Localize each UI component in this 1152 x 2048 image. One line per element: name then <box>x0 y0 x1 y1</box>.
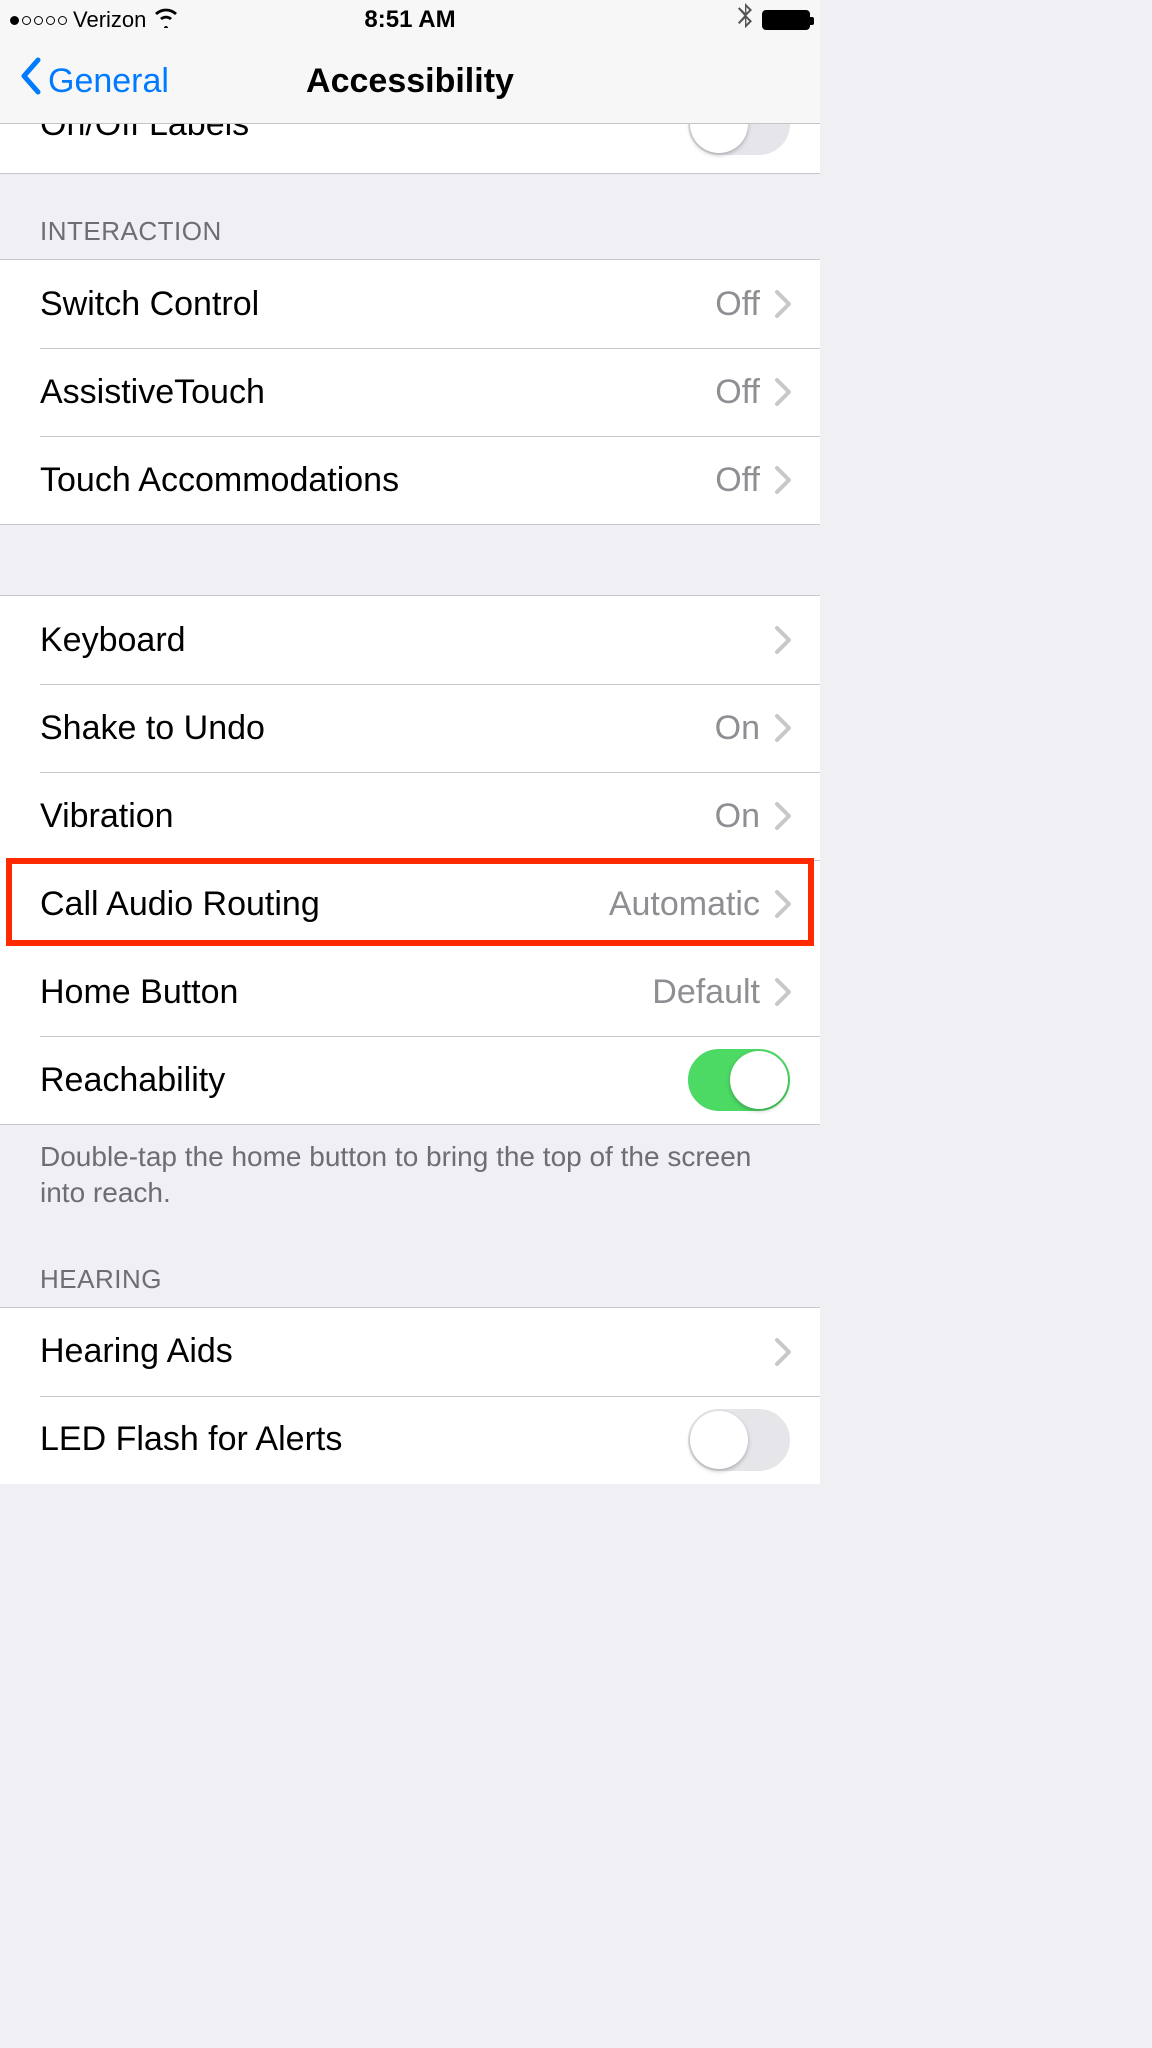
battery-icon <box>762 10 810 30</box>
cell-label: Hearing Aids <box>40 1332 233 1371</box>
bluetooth-icon <box>736 3 754 38</box>
cell-keyboard[interactable]: Keyboard <box>0 596 820 684</box>
status-left: Verizon <box>10 6 180 35</box>
partial-row-onoff-labels: On/Off Labels <box>0 124 820 174</box>
back-button[interactable]: General <box>18 60 169 103</box>
cell-label: Switch Control <box>40 285 259 324</box>
chevron-right-icon <box>774 977 792 1007</box>
cell-label: Shake to Undo <box>40 709 265 748</box>
cell-touch-accommodations[interactable]: Touch Accommodations Off <box>0 436 820 524</box>
cell-group-hearing: Hearing Aids LED Flash for Alerts <box>0 1307 820 1484</box>
carrier-label: Verizon <box>73 7 146 33</box>
cell-call-audio-routing[interactable]: Call Audio Routing Automatic <box>0 860 820 948</box>
cell-assistivetouch[interactable]: AssistiveTouch Off <box>0 348 820 436</box>
section-spacer <box>0 525 820 595</box>
cell-shake-to-undo[interactable]: Shake to Undo On <box>0 684 820 772</box>
cell-label: Vibration <box>40 797 174 836</box>
cell-group-interaction: Switch ControlOffAssistiveTouchOffTouch … <box>0 259 820 525</box>
cell-label: On/Off Labels <box>40 124 249 144</box>
chevron-left-icon <box>18 56 42 103</box>
chevron-right-icon <box>774 465 792 495</box>
cell-switch-control[interactable]: Switch Control Off <box>0 260 820 348</box>
toggle[interactable] <box>688 1049 790 1111</box>
cell-label: Home Button <box>40 973 238 1012</box>
chevron-right-icon <box>774 713 792 743</box>
chevron-right-icon <box>774 377 792 407</box>
cell-value: Default <box>652 973 760 1012</box>
cell-value: Automatic <box>609 885 760 924</box>
signal-strength-icon <box>10 16 67 25</box>
status-bar: Verizon 8:51 AM <box>0 0 820 40</box>
cell-reachability[interactable]: Reachability <box>0 1036 820 1124</box>
toggle-onoff-labels[interactable] <box>688 124 790 155</box>
section-header-interaction: INTERACTION <box>0 174 820 259</box>
nav-bar: General Accessibility <box>0 40 820 124</box>
cell-label: Keyboard <box>40 621 186 660</box>
status-right <box>736 3 810 38</box>
cell-hearing-aids[interactable]: Hearing Aids <box>0 1308 820 1396</box>
chevron-right-icon <box>774 1337 792 1367</box>
status-time: 8:51 AM <box>364 6 455 34</box>
cell-value: On <box>715 797 760 836</box>
cell-label: LED Flash for Alerts <box>40 1420 342 1459</box>
chevron-right-icon <box>774 889 792 919</box>
section-header-hearing: HEARING <box>0 1222 820 1307</box>
back-label: General <box>48 62 169 101</box>
chevron-right-icon <box>774 625 792 655</box>
chevron-right-icon <box>774 801 792 831</box>
cell-value: Off <box>715 285 760 324</box>
page-title: Accessibility <box>306 62 514 101</box>
cell-home-button[interactable]: Home Button Default <box>0 948 820 1036</box>
cell-label: Call Audio Routing <box>40 885 320 924</box>
cell-label: AssistiveTouch <box>40 373 265 412</box>
cell-group-interaction2: Keyboard Shake to Undo On Vibration On Call A… <box>0 595 820 1125</box>
cell-vibration[interactable]: Vibration On <box>0 772 820 860</box>
chevron-right-icon <box>774 289 792 319</box>
section-footer-reachability: Double-tap the home button to bring the … <box>0 1125 820 1222</box>
cell-value: On <box>715 709 760 748</box>
cell-onoff-labels[interactable]: On/Off Labels <box>0 124 820 168</box>
cell-value: Off <box>715 373 760 412</box>
wifi-icon <box>152 6 180 35</box>
toggle[interactable] <box>688 1409 790 1471</box>
cell-label: Reachability <box>40 1061 225 1100</box>
cell-label: Touch Accommodations <box>40 461 399 500</box>
cell-value: Off <box>715 461 760 500</box>
cell-led-flash-for-alerts[interactable]: LED Flash for Alerts <box>0 1396 820 1484</box>
